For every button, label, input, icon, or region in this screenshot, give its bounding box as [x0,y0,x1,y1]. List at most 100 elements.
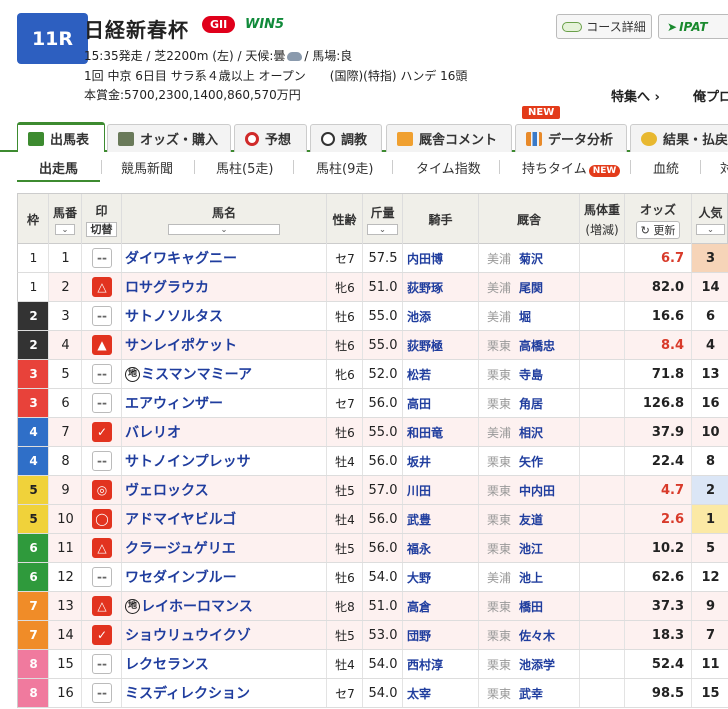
prediction-mark-button[interactable]: △ [92,277,112,297]
tab-stable-comment[interactable]: 厩舎コメント [386,124,512,152]
feature-link[interactable]: 特集へ › [611,86,660,105]
trainer-link[interactable]: 高橋忠 [519,337,555,354]
prediction-mark-button[interactable]: -- [92,654,112,674]
prediction-mark-button[interactable]: -- [92,567,112,587]
horse-name-link[interactable]: レクセランス [122,650,327,678]
col-horse[interactable]: 馬名 ⌄ [122,194,327,245]
trainer-link[interactable]: 池添学 [519,656,555,673]
horse-name-link[interactable]: エアウィンザー [122,389,327,417]
trainer-link[interactable]: 池上 [519,569,543,586]
trainer-link[interactable]: 角居 [519,395,543,412]
horse-name-link[interactable]: 地ミスマンマミーア [122,360,327,388]
sort-toggle-icon[interactable]: ⌄ [695,224,726,235]
prediction-mark-button[interactable]: -- [92,248,112,268]
horse-name-link[interactable]: ミスディレクション [122,679,327,707]
jockey-link[interactable]: 和田竜 [403,418,479,446]
horse-name-link[interactable]: ワセダインブルー [122,563,327,591]
sort-toggle-icon[interactable]: ⌄ [167,224,281,235]
subtab-horses[interactable]: 出走馬 [39,158,78,177]
jockey-link[interactable]: 荻野極 [403,331,479,359]
prediction-mark-button[interactable]: ◎ [92,480,112,500]
horse-name-link[interactable]: サトノソルタス [122,302,327,330]
tab-choukyou[interactable]: 調教 [310,124,382,152]
horse-name-link[interactable]: ヴェロックス [122,476,327,504]
jockey-link[interactable]: 太宰 [403,679,479,707]
prediction-mark-button[interactable]: ◯ [92,509,112,529]
sort-toggle-icon[interactable]: ⌄ [366,224,399,235]
subtab-time-index[interactable]: タイム指数 [416,158,481,177]
prediction-mark-button[interactable]: ✓ [92,422,112,442]
prediction-mark-button[interactable]: -- [92,306,112,326]
horse-name-link[interactable]: ロサグラウカ [122,273,327,301]
jockey-link[interactable]: 荻野琢 [403,273,479,301]
tab-data-analysis[interactable]: データ分析 [515,124,627,152]
trainer-link[interactable]: 菊沢 [519,250,543,267]
tab-yosou[interactable]: 予想 [234,124,307,152]
jockey-link[interactable]: 川田 [403,476,479,504]
prediction-mark-button[interactable]: △ [92,538,112,558]
jockey-link[interactable]: 内田博 [403,244,479,272]
trainer-link[interactable]: 相沢 [519,424,543,441]
jockey-link[interactable]: 高倉 [403,592,479,620]
horse-name-link[interactable]: 地レイホーロマンス [122,592,327,620]
col-waku[interactable]: 枠 [18,194,49,245]
horse-name-link[interactable]: ダイワキャグニー [122,244,327,272]
jockey-link[interactable]: 大野 [403,563,479,591]
horse-name-link[interactable]: サトノインプレッサ [122,447,327,475]
popularity-rank: 4 [705,337,716,353]
jockey-link[interactable]: 武豊 [403,505,479,533]
horse-name-link[interactable]: アドマイヤビルゴ [122,505,327,533]
col-weight[interactable]: 斤量 ⌄ [363,194,403,245]
jockey-link[interactable]: 坂井 [403,447,479,475]
subtab-more[interactable]: 対 [720,158,728,177]
trainer-link[interactable]: 矢作 [519,453,543,470]
subtab-umabashira5[interactable]: 馬柱(5走) [216,158,273,177]
ipat-button[interactable]: ➤ IPAT [658,14,728,39]
horse-name-link[interactable]: クラージュゲリエ [122,534,327,562]
prediction-mark-button[interactable]: △ [92,596,112,616]
trainer-link[interactable]: 堀 [519,308,531,325]
trainer-link[interactable]: 橋田 [519,598,543,615]
subtab-newspaper[interactable]: 競馬新聞 [121,158,173,177]
sort-toggle-icon[interactable]: ⌄ [55,224,75,235]
jockey-link[interactable]: 池添 [403,302,479,330]
tab-odds[interactable]: オッズ・購入 [107,124,231,152]
prediction-mark-button[interactable]: ✓ [92,625,112,645]
horse-name-link[interactable]: サンレイポケット [122,331,327,359]
horse-number: 15 [57,656,74,672]
col-umaban[interactable]: 馬番 ⌄ [49,194,82,245]
trainer-link[interactable]: 武幸 [519,685,543,702]
trainer-link[interactable]: 寺島 [519,366,543,383]
horse-name-link[interactable]: バレリオ [122,418,327,446]
prediction-mark-button[interactable]: -- [92,451,112,471]
course-detail-button[interactable]: コース詳細 [556,14,652,39]
trainer-link[interactable]: 佐々木 [519,627,555,644]
col-sex-age: 性齢 [327,194,363,245]
prediction-mark-button[interactable]: -- [92,393,112,413]
mark-toggle-button[interactable]: 切替 [85,222,118,237]
prediction-mark-button[interactable]: ▲ [92,335,112,355]
col-popularity[interactable]: 人気 ⌄ [692,194,728,245]
trainer-link[interactable]: 尾関 [519,279,543,296]
jockey-link[interactable]: 松若 [403,360,479,388]
jockey-link[interactable]: 高田 [403,389,479,417]
prediction-mark-button[interactable]: -- [92,683,112,703]
trainer-link[interactable]: 池江 [519,540,543,557]
ore-pro-link[interactable]: 俺プロ [693,86,728,105]
subtab-mochi-time[interactable]: 持ちタイム NEW [522,158,621,177]
tab-results[interactable]: 結果・払戻 [630,124,728,152]
main-tabs: 出馬表 オッズ・購入 予想 調教 厩舎コメント データ分析 結果・払戻 [0,118,728,152]
prediction-mark-button[interactable]: -- [92,364,112,384]
jockey-link[interactable]: 団野 [403,621,479,649]
subtab-umabashira9[interactable]: 馬柱(9走) [316,158,373,177]
trainer-link[interactable]: 友道 [519,511,543,528]
trainer-link[interactable]: 中内田 [519,482,555,499]
jockey-link[interactable]: 西村淳 [403,650,479,678]
jockey-link[interactable]: 福永 [403,534,479,562]
win5-logo[interactable]: WIN5 [245,17,284,32]
tab-shutsuba[interactable]: 出馬表 [17,122,105,152]
horse-name-link[interactable]: ショウリュウイクゾ [122,621,327,649]
odds-refresh-button[interactable]: ↻ 更新 [635,220,681,239]
subtab-pedigree[interactable]: 血統 [653,158,679,177]
horse-number: 1 [61,250,70,266]
